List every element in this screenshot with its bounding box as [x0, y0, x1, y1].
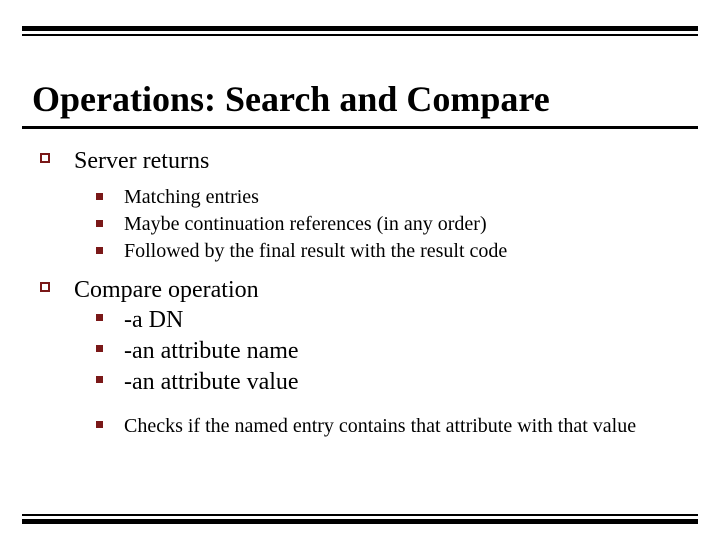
slide-body: Server returns Matching entries Maybe co… [40, 146, 690, 439]
bullet-level2: Followed by the final result with the re… [40, 238, 690, 265]
top-rule [22, 26, 698, 36]
bullet-text: -an attribute name [124, 338, 299, 364]
solid-square-icon [96, 220, 103, 227]
solid-square-icon [96, 421, 103, 428]
solid-square-icon [96, 376, 103, 383]
solid-square-icon [96, 314, 103, 321]
slide-title: Operations: Search and Compare [32, 78, 550, 120]
bottom-rule [22, 514, 698, 524]
sub-bullets: Matching entries Maybe continuation refe… [40, 184, 690, 265]
title-underline [22, 126, 698, 129]
bullet-text: Compare operation [74, 277, 259, 303]
bullet-level1: Server returns [40, 146, 690, 176]
bullet-level2: -an attribute name [40, 336, 690, 367]
bullet-text: Server returns [74, 148, 209, 174]
bullet-level1: Compare operation [40, 275, 690, 305]
bullet-text: Matching entries [124, 186, 259, 208]
hollow-square-icon [40, 282, 50, 292]
bullet-text: Followed by the final result with the re… [124, 240, 507, 262]
bullet-level2: -a DN [40, 305, 690, 336]
bullet-text: -a DN [124, 307, 183, 333]
slide: Operations: Search and Compare Server re… [0, 0, 720, 540]
solid-square-icon [96, 345, 103, 352]
bullet-text: Maybe continuation references (in any or… [124, 213, 487, 235]
bullet-level2: Checks if the named entry contains that … [40, 413, 690, 439]
solid-square-icon [96, 247, 103, 254]
hollow-square-icon [40, 153, 50, 163]
bullet-level2: -an attribute value [40, 367, 690, 398]
bullet-text: -an attribute value [124, 369, 299, 395]
bullet-level2: Matching entries [40, 184, 690, 211]
bullet-level2: Maybe continuation references (in any or… [40, 211, 690, 238]
solid-square-icon [96, 193, 103, 200]
bullet-text: Checks if the named entry contains that … [124, 415, 636, 437]
